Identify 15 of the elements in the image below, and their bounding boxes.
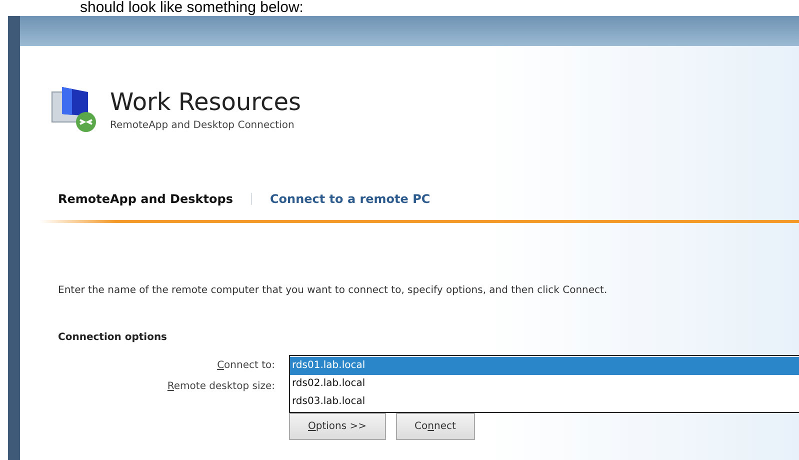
page-subtitle: RemoteApp and Desktop Connection <box>110 120 296 130</box>
instruction-text: Enter the name of the remote computer that you want to connect to, specify options, and then click Connect. <box>57 285 608 296</box>
section-heading: Connection options <box>57 332 168 343</box>
tab[interactable]: RemoteApp and Desktops <box>58 192 233 206</box>
field-label: Remote desktop size: <box>167 381 275 392</box>
dropdown-option[interactable]: rds01.lab.local <box>290 357 799 375</box>
action-button[interactable]: Connect <box>396 413 475 440</box>
dropdown-option[interactable]: rds03.lab.local <box>290 393 799 411</box>
tab[interactable]: Connect to a remote PC <box>270 192 430 206</box>
dropdown-option[interactable]: rds02.lab.local <box>290 375 799 393</box>
page-title: Work Resources <box>110 88 301 116</box>
dropdown-list[interactable]: rds01.lab.local rds02.lab.local rds03.lab.local <box>289 355 799 413</box>
caption-text: should look like something below: <box>79 0 304 16</box>
action-button[interactable]: Options >> <box>289 413 386 440</box>
field-label: Connect to: <box>217 360 275 371</box>
